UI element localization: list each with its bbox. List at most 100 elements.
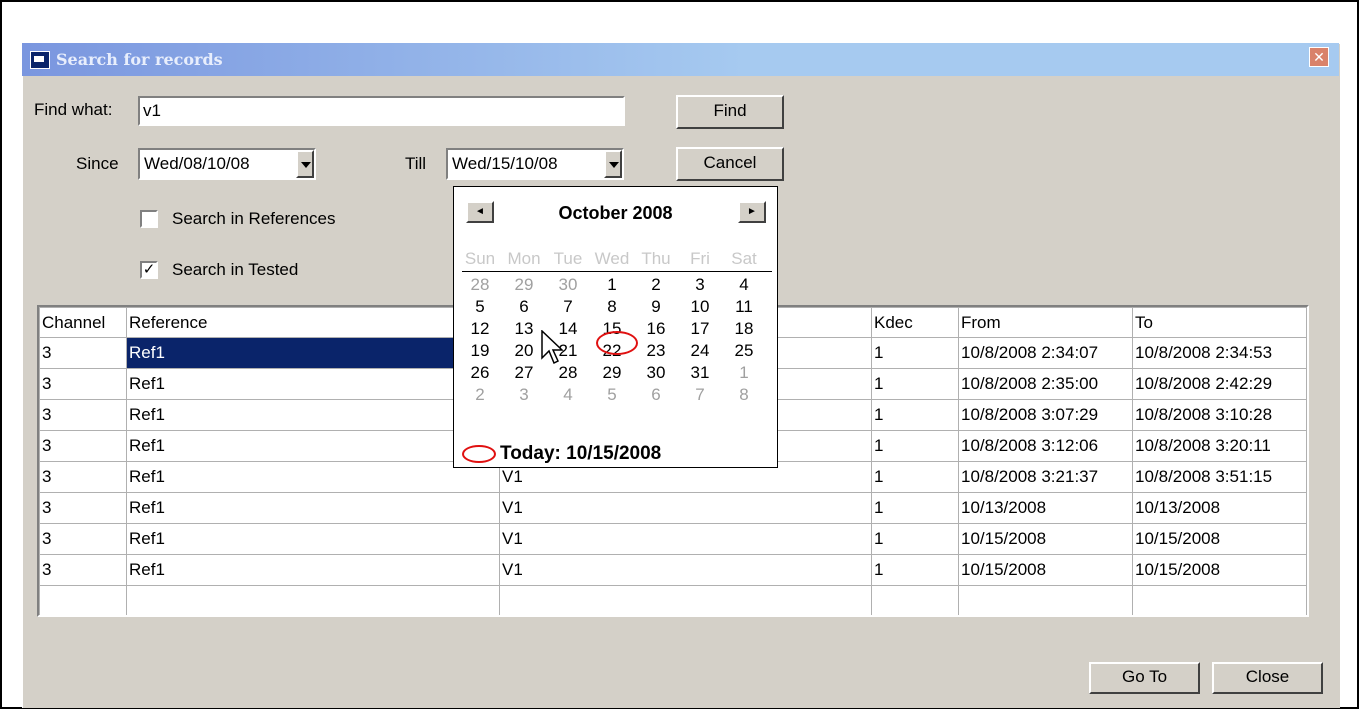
cell-to[interactable]: 10/15/2008 [1132,554,1307,586]
next-month-button[interactable]: ► [738,201,766,223]
calendar-day[interactable]: 13 [502,319,546,339]
calendar-day[interactable]: 1 [722,363,766,383]
calendar-day[interactable]: 2 [634,275,678,295]
calendar-day[interactable]: 25 [722,341,766,361]
cell-reference[interactable]: Ref1 [126,461,500,493]
column-header-kdec[interactable]: Kdec [871,307,959,338]
search-tested-checkbox[interactable]: ✓ [140,261,158,279]
calendar-day[interactable]: 5 [590,385,634,405]
cell-kdec[interactable]: 1 [871,368,959,400]
till-date-picker[interactable]: Wed/15/10/08 [446,148,624,180]
cell-reference[interactable]: Ref1 [126,554,500,586]
cell-from[interactable]: 10/13/2008 [958,492,1133,524]
cell-reference[interactable]: Ref1 [126,399,500,431]
calendar-day[interactable]: 16 [634,319,678,339]
cell-reference[interactable]: Ref1 [126,337,500,369]
cell-reference[interactable]: Ref1 [126,523,500,555]
calendar-day[interactable]: 3 [678,275,722,295]
calendar-day[interactable]: 8 [590,297,634,317]
cell-to[interactable]: 10/13/2008 [1132,492,1307,524]
table-row[interactable]: 3 Ref1 V1 1 10/13/2008 10/13/2008 [39,492,1307,524]
cell-kdec[interactable]: 1 [871,399,959,431]
calendar-day[interactable]: 19 [458,341,502,361]
cell-empty[interactable] [499,585,872,615]
cell-kdec[interactable]: 1 [871,430,959,462]
till-dropdown-arrow-icon[interactable] [604,150,622,178]
table-row[interactable]: 3 Ref1 V1 1 10/15/2008 10/15/2008 [39,554,1307,586]
cell-kdec[interactable]: 1 [871,523,959,555]
column-header-channel[interactable]: Channel [39,307,127,338]
cell-channel[interactable]: 3 [39,461,127,493]
cell-tested[interactable]: V1 [499,523,872,555]
calendar-day[interactable]: 30 [634,363,678,383]
calendar-day[interactable]: 20 [502,341,546,361]
calendar-day[interactable]: 7 [546,297,590,317]
cell-empty[interactable] [39,585,127,615]
calendar-day[interactable]: 28 [546,363,590,383]
cell-empty[interactable] [958,585,1133,615]
table-row[interactable]: 3 Ref1 V1 1 10/15/2008 10/15/2008 [39,523,1307,555]
cancel-button[interactable]: Cancel [676,147,784,181]
calendar-day[interactable]: 31 [678,363,722,383]
cell-channel[interactable]: 3 [39,492,127,524]
cell-to[interactable]: 10/8/2008 3:20:11 [1132,430,1307,462]
today-button[interactable]: Today: 10/15/2008 [462,443,661,465]
calendar-dropdown[interactable]: ◄ October 2008 ► Sun Mon Tue Wed Thu Fri Sat 28… [453,186,778,468]
cell-kdec[interactable]: 1 [871,337,959,369]
calendar-day[interactable]: 12 [458,319,502,339]
calendar-day[interactable]: 11 [722,297,766,317]
cell-kdec[interactable]: 1 [871,492,959,524]
find-what-input[interactable]: v1 [138,96,625,126]
cell-from[interactable]: 10/8/2008 2:34:07 [958,337,1133,369]
calendar-day[interactable]: 9 [634,297,678,317]
cell-channel[interactable]: 3 [39,399,127,431]
cell-reference[interactable]: Ref1 [126,368,500,400]
column-header-reference[interactable]: Reference [126,307,500,338]
cell-to[interactable]: 10/8/2008 3:10:28 [1132,399,1307,431]
cell-to[interactable]: 10/8/2008 2:42:29 [1132,368,1307,400]
calendar-day[interactable]: 17 [678,319,722,339]
since-date-picker[interactable]: Wed/08/10/08 [138,148,316,180]
cell-from[interactable]: 10/8/2008 2:35:00 [958,368,1133,400]
calendar-day[interactable]: 29 [502,275,546,295]
calendar-day[interactable]: 27 [502,363,546,383]
calendar-day[interactable]: 23 [634,341,678,361]
calendar-day[interactable]: 5 [458,297,502,317]
cell-to[interactable]: 10/15/2008 [1132,523,1307,555]
cell-from[interactable]: 10/8/2008 3:21:37 [958,461,1133,493]
calendar-day[interactable]: 6 [634,385,678,405]
cell-to[interactable]: 10/8/2008 3:51:15 [1132,461,1307,493]
cell-from[interactable]: 10/15/2008 [958,554,1133,586]
calendar-day[interactable]: 6 [502,297,546,317]
cell-channel[interactable]: 3 [39,523,127,555]
cell-channel[interactable]: 3 [39,430,127,462]
cell-to[interactable]: 10/8/2008 2:34:53 [1132,337,1307,369]
calendar-day[interactable]: 8 [722,385,766,405]
calendar-day[interactable]: 7 [678,385,722,405]
cell-from[interactable]: 10/8/2008 3:12:06 [958,430,1133,462]
calendar-day[interactable]: 24 [678,341,722,361]
calendar-day[interactable]: 1 [590,275,634,295]
cell-from[interactable]: 10/15/2008 [958,523,1133,555]
calendar-day[interactable]: 29 [590,363,634,383]
cell-reference[interactable]: Ref1 [126,492,500,524]
calendar-day[interactable]: 30 [546,275,590,295]
close-button[interactable]: Close [1212,662,1323,694]
cell-channel[interactable]: 3 [39,368,127,400]
go-to-button[interactable]: Go To [1089,662,1200,694]
cell-kdec[interactable]: 1 [871,554,959,586]
cell-from[interactable]: 10/8/2008 3:07:29 [958,399,1133,431]
cell-kdec[interactable]: 1 [871,461,959,493]
cell-tested[interactable]: V1 [499,554,872,586]
column-header-from[interactable]: From [958,307,1133,338]
calendar-day[interactable]: 3 [502,385,546,405]
since-dropdown-arrow-icon[interactable] [296,150,314,178]
calendar-day[interactable]: 18 [722,319,766,339]
calendar-day[interactable]: 2 [458,385,502,405]
table-row-empty[interactable] [39,585,1307,615]
calendar-day[interactable]: 26 [458,363,502,383]
find-button[interactable]: Find [676,95,784,129]
cell-channel[interactable]: 3 [39,337,127,369]
search-references-checkbox[interactable] [140,210,158,228]
cell-empty[interactable] [871,585,959,615]
